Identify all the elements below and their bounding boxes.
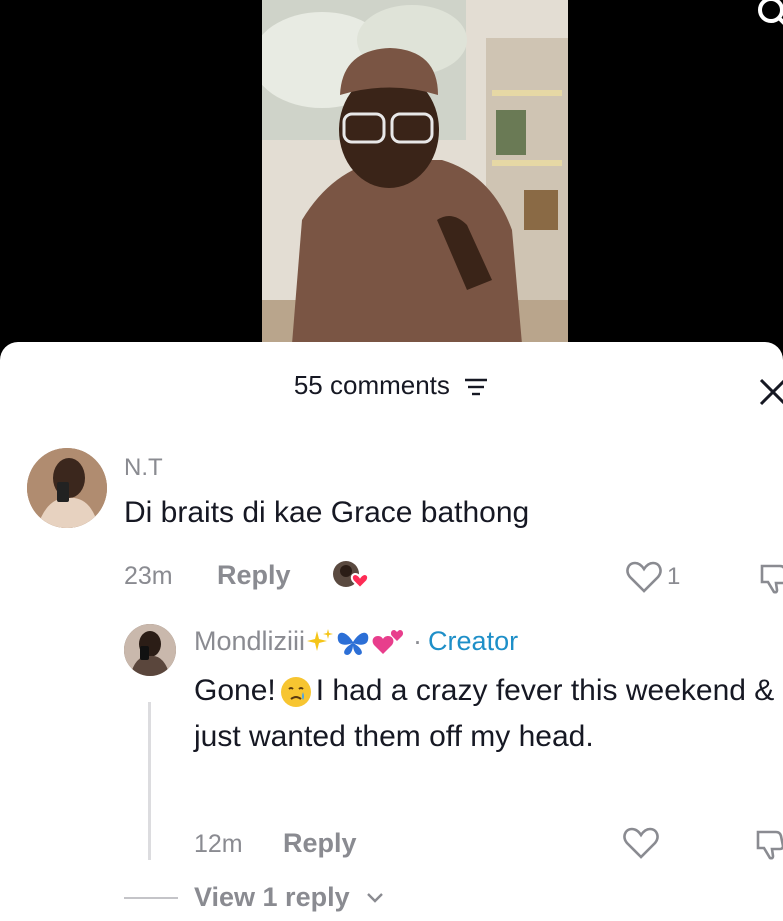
like-button[interactable]: 1 bbox=[625, 560, 680, 594]
avatar[interactable] bbox=[27, 448, 107, 528]
reply-button[interactable]: Reply bbox=[217, 560, 291, 591]
name-separator: · bbox=[413, 626, 423, 656]
search-icon[interactable] bbox=[749, 0, 783, 32]
avatar[interactable] bbox=[124, 624, 176, 676]
dislike-icon[interactable] bbox=[758, 560, 783, 594]
dislike-icon[interactable] bbox=[754, 826, 783, 860]
close-icon[interactable] bbox=[755, 374, 783, 406]
comment-text: Di braits di kae Grace bathong bbox=[124, 496, 530, 529]
comments-count: 55 comments bbox=[293, 370, 450, 400]
like-count: 1 bbox=[667, 563, 681, 590]
video-player[interactable] bbox=[0, 0, 783, 360]
comment-timestamp: 23m bbox=[124, 562, 173, 590]
heart-icon bbox=[626, 561, 662, 593]
reply-text-start: Gone! bbox=[194, 674, 276, 707]
crying-face-icon bbox=[280, 677, 311, 708]
creator-badge: Creator bbox=[428, 626, 519, 656]
comment-author[interactable]: N.T bbox=[124, 454, 163, 482]
view-replies-label: View 1 reply bbox=[194, 882, 350, 912]
creator-liked-badge bbox=[333, 561, 370, 590]
comments-header: 55 comments bbox=[0, 370, 783, 401]
sort-filter-icon[interactable] bbox=[463, 377, 489, 397]
reply-text: Gone! I had a crazy fever this weekend &… bbox=[194, 668, 783, 760]
reply-timestamp: 12m bbox=[194, 830, 243, 858]
reply-author[interactable]: Mondliziii bbox=[194, 626, 305, 657]
chevron-down-icon bbox=[366, 892, 383, 903]
two-hearts-icon bbox=[372, 629, 404, 654]
sparkles-icon bbox=[307, 628, 334, 651]
view-replies-button[interactable]: View 1 reply bbox=[124, 882, 384, 913]
thread-line bbox=[148, 702, 151, 860]
heart-icon bbox=[623, 827, 659, 859]
reply-button[interactable]: Reply bbox=[283, 828, 357, 859]
like-button[interactable] bbox=[622, 826, 660, 860]
butterfly-icon bbox=[337, 632, 369, 655]
reply-author-row: Mondliziii · Creator bbox=[194, 626, 518, 657]
comments-sheet: 55 comments N.T Di braits di kae Grace b… bbox=[0, 342, 783, 921]
video-thumbnail[interactable] bbox=[262, 0, 568, 344]
divider bbox=[124, 896, 178, 899]
